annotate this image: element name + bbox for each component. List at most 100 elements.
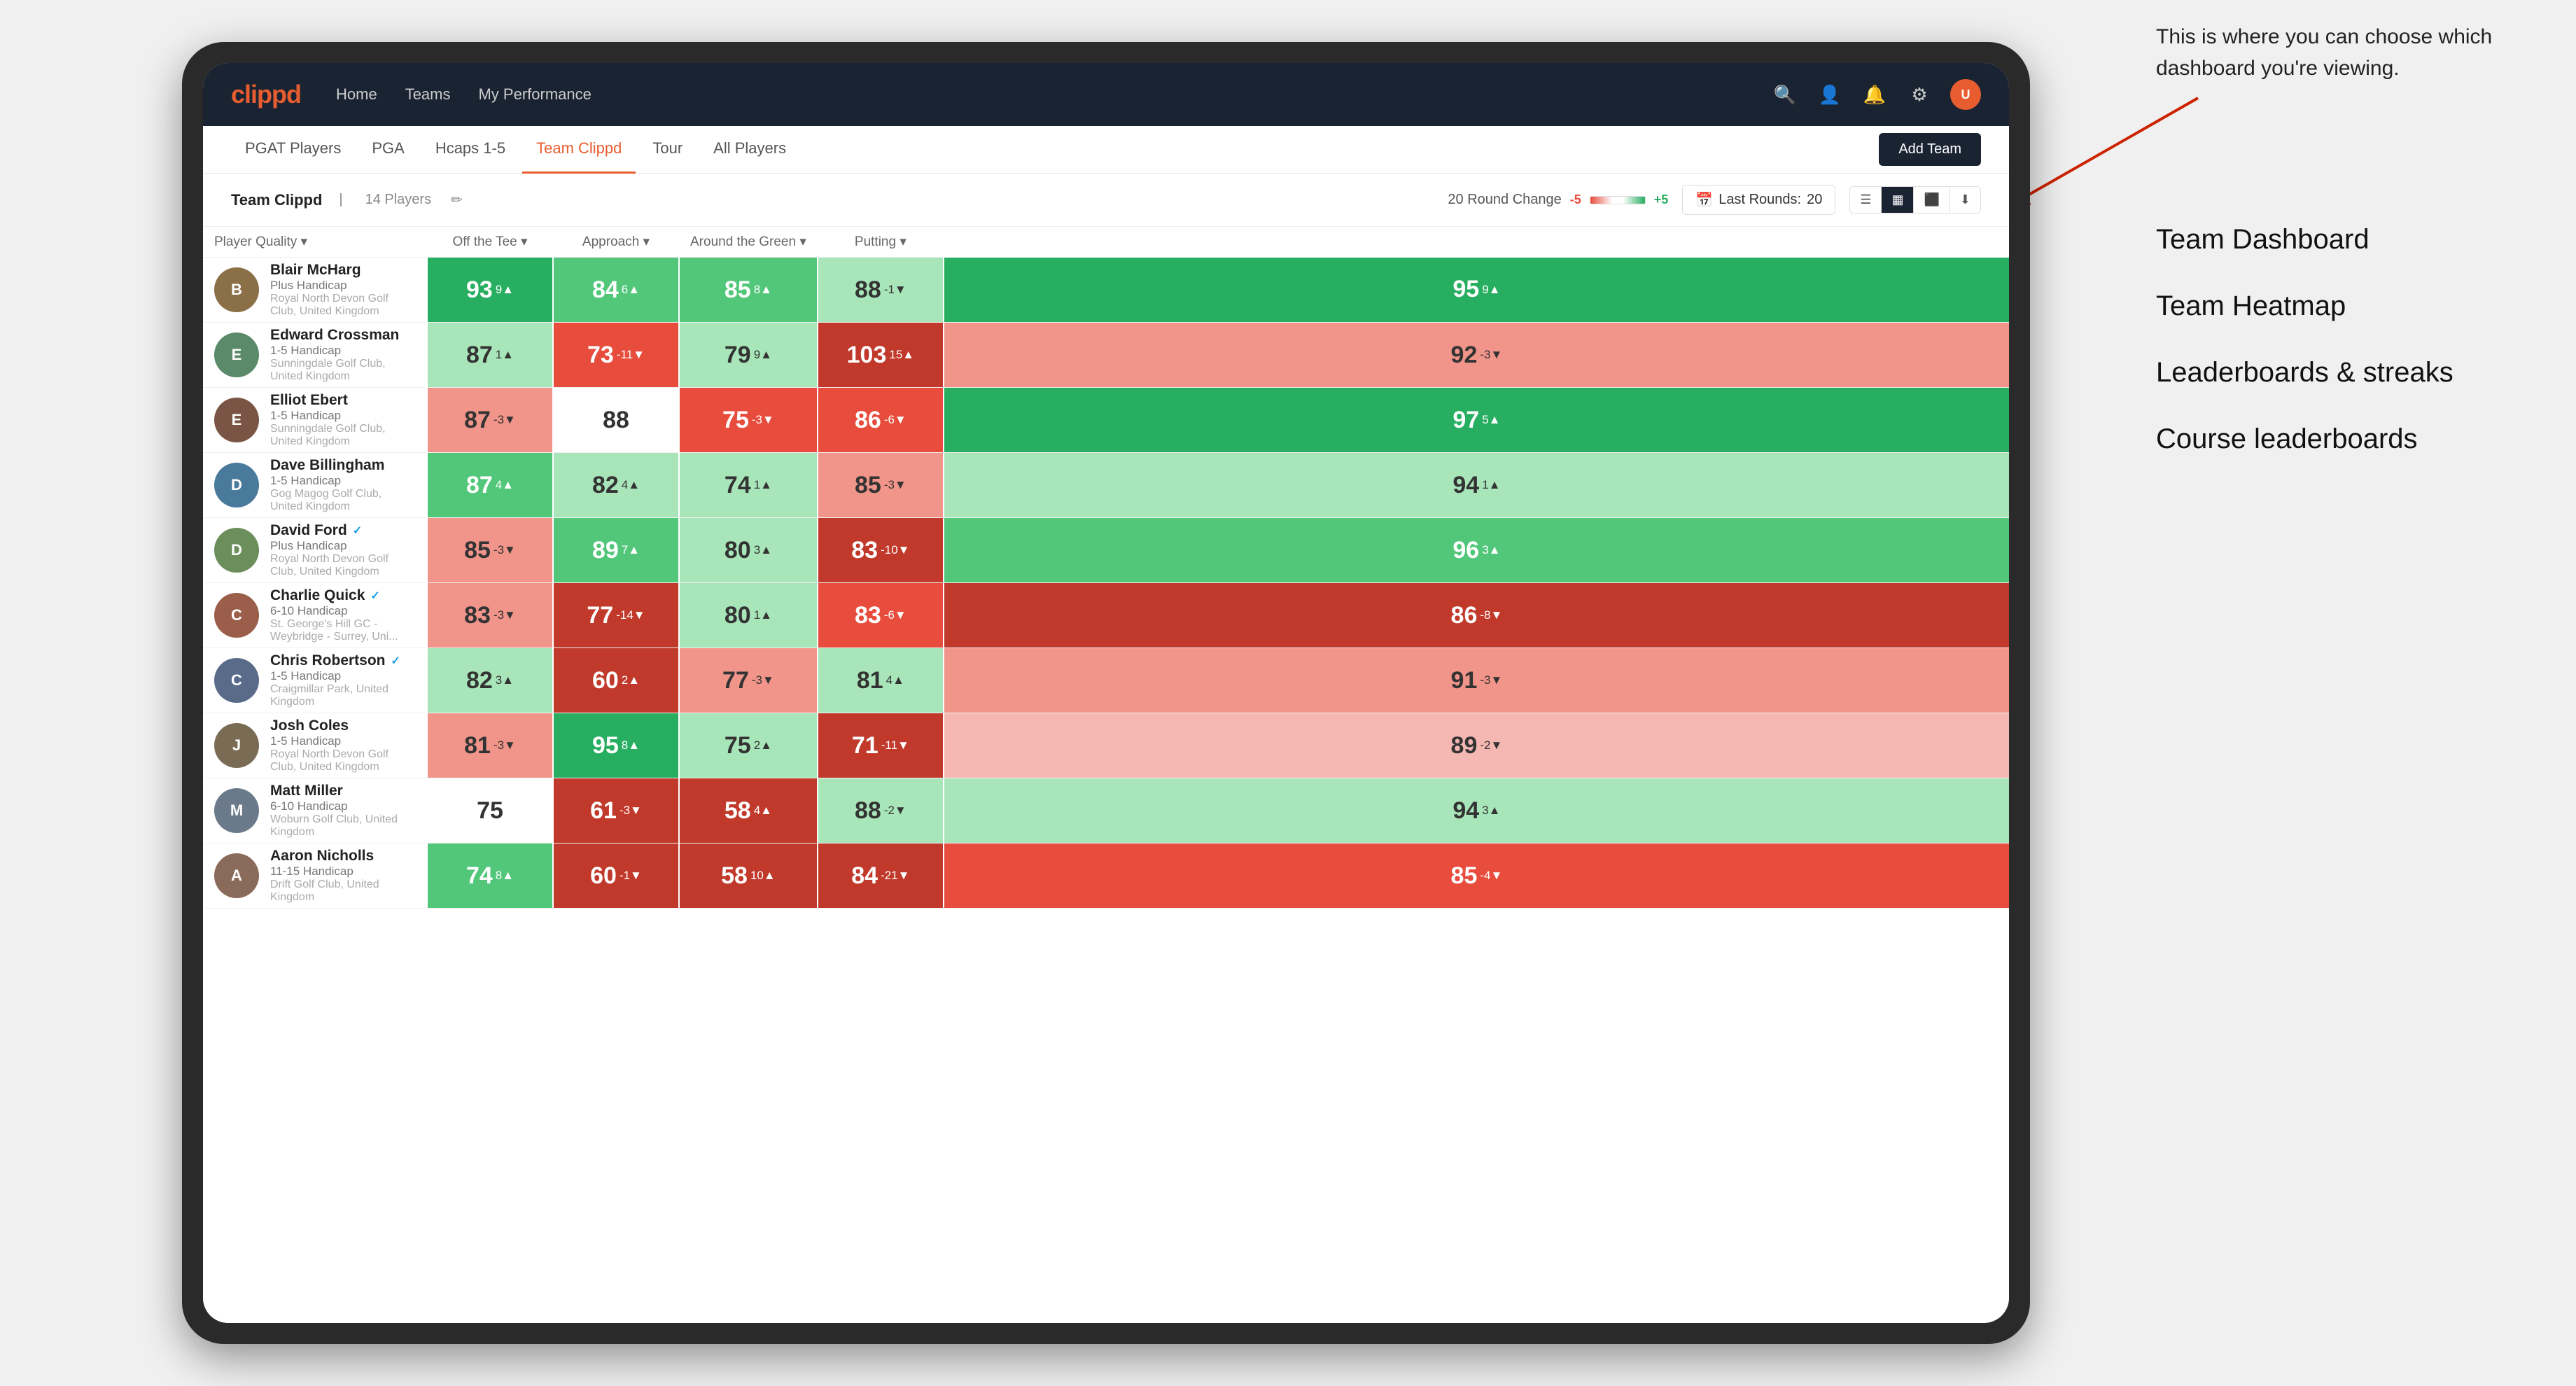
col-off-tee-header[interactable]: Off the Tee ▾ xyxy=(427,227,553,258)
score-cell-1: 88 xyxy=(553,388,679,453)
score-change: 6▲ xyxy=(622,283,640,297)
score-cell-2: 85 8▲ xyxy=(679,258,818,323)
tab-tour[interactable]: Tour xyxy=(638,126,696,174)
score-change: 4▲ xyxy=(886,673,904,687)
search-icon[interactable]: 🔍 xyxy=(1771,80,1799,108)
score-value: 84 xyxy=(592,276,619,304)
score-change: 3▲ xyxy=(1482,543,1500,557)
scale-pos: +5 xyxy=(1654,192,1669,207)
player-info: Chris Robertson ✓ 1-5 Handicap Craigmill… xyxy=(270,652,415,708)
player-club: Royal North Devon Golf Club, United King… xyxy=(270,553,415,578)
option-leaderboards[interactable]: Leaderboards & streaks xyxy=(2156,357,2548,388)
player-cell[interactable]: J Josh Coles 1-5 Handicap Royal North De… xyxy=(203,713,427,778)
score-change: 4▲ xyxy=(622,478,640,492)
score-change: 7▲ xyxy=(622,543,640,557)
player-handicap: 1-5 Handicap xyxy=(270,474,415,488)
col-putting-header[interactable]: Putting ▾ xyxy=(818,227,944,258)
score-change: -6▼ xyxy=(884,413,906,427)
player-cell[interactable]: B Blair McHarg Plus Handicap Royal North… xyxy=(203,258,427,323)
view-heat-btn[interactable]: ⬛ xyxy=(1914,187,1949,213)
avatar[interactable]: U xyxy=(1950,79,1981,110)
score-cell-0: 93 9▲ xyxy=(427,258,553,323)
score-value: 74 xyxy=(724,472,751,499)
player-club: St. George's Hill GC - Weybridge - Surre… xyxy=(270,618,415,643)
last-rounds-button[interactable]: 📅 Last Rounds: 20 xyxy=(1682,185,1835,215)
score-cell-3: 88 -2▼ xyxy=(818,778,944,844)
score-value: 93 xyxy=(466,276,493,304)
player-handicap: 6-10 Handicap xyxy=(270,799,415,813)
score-value: 77 xyxy=(722,667,749,694)
player-cell[interactable]: E Edward Crossman 1-5 Handicap Sunningda… xyxy=(203,323,427,388)
score-change: 1▲ xyxy=(754,608,772,622)
option-team-heatmap[interactable]: Team Heatmap xyxy=(2156,290,2548,322)
nav-home[interactable]: Home xyxy=(336,85,377,104)
col-around-green-header[interactable]: Around the Green ▾ xyxy=(679,227,818,258)
player-club: Royal North Devon Golf Club, United King… xyxy=(270,748,415,774)
player-handicap: Plus Handicap xyxy=(270,279,415,293)
score-change: 8▲ xyxy=(496,869,514,883)
view-list-btn[interactable]: ☰ xyxy=(1850,187,1882,213)
player-cell[interactable]: D David Ford ✓ Plus Handicap Royal North… xyxy=(203,518,427,583)
score-value: 88 xyxy=(855,797,881,825)
player-count: 14 Players xyxy=(365,192,432,208)
table-row: D Dave Billingham 1-5 Handicap Gog Magog… xyxy=(203,453,2009,518)
annotation-area: This is where you can choose which dashb… xyxy=(2156,21,2548,490)
player-cell[interactable]: A Aaron Nicholls 11-15 Handicap Drift Go… xyxy=(203,844,427,909)
score-value: 85 xyxy=(1451,862,1478,890)
score-value: 97 xyxy=(1452,407,1479,434)
option-team-dashboard[interactable]: Team Dashboard xyxy=(2156,224,2548,255)
score-cell-2: 80 3▲ xyxy=(679,518,818,583)
score-value: 60 xyxy=(592,667,619,694)
table-row: E Edward Crossman 1-5 Handicap Sunningda… xyxy=(203,323,2009,388)
person-icon[interactable]: 👤 xyxy=(1816,80,1844,108)
option-course-leaderboards[interactable]: Course leaderboards xyxy=(2156,424,2548,455)
score-cell-0: 82 3▲ xyxy=(427,648,553,713)
score-change: 1▲ xyxy=(496,348,514,362)
score-cell-4: 92 -3▼ xyxy=(944,323,2009,388)
annotation-text: This is where you can choose which dashb… xyxy=(2156,21,2548,84)
score-cell-2: 79 9▲ xyxy=(679,323,818,388)
bell-icon[interactable]: 🔔 xyxy=(1861,80,1889,108)
tab-pgat-players[interactable]: PGAT Players xyxy=(231,126,355,174)
score-change: 3▲ xyxy=(754,543,772,557)
col-approach-header[interactable]: Approach ▾ xyxy=(553,227,679,258)
score-cell-1: 73 -11▼ xyxy=(553,323,679,388)
tab-pga[interactable]: PGA xyxy=(358,126,418,174)
score-change: 9▲ xyxy=(1482,283,1500,297)
player-name: Elliot Ebert xyxy=(270,392,415,409)
score-change: -8▼ xyxy=(1480,608,1502,622)
score-value: 83 xyxy=(855,602,881,629)
score-value: 58 xyxy=(721,862,748,890)
player-cell[interactable]: D Dave Billingham 1-5 Handicap Gog Magog… xyxy=(203,453,427,518)
nav-my-performance[interactable]: My Performance xyxy=(478,85,591,104)
score-value: 87 xyxy=(464,407,491,434)
tab-all-players[interactable]: All Players xyxy=(699,126,800,174)
tab-hcaps[interactable]: Hcaps 1-5 xyxy=(421,126,519,174)
logo: clippd xyxy=(231,80,301,109)
score-change: -1▼ xyxy=(884,283,906,297)
score-cell-2: 58 10▲ xyxy=(679,844,818,909)
score-cell-0: 83 -3▼ xyxy=(427,583,553,648)
toolbar: Team Clippd | 14 Players ✏ 20 Round Chan… xyxy=(203,174,2009,227)
player-name: Edward Crossman xyxy=(270,327,415,344)
player-cell[interactable]: E Elliot Ebert 1-5 Handicap Sunningdale … xyxy=(203,388,427,453)
player-cell[interactable]: C Chris Robertson ✓ 1-5 Handicap Craigmi… xyxy=(203,648,427,713)
player-avatar: C xyxy=(214,658,259,703)
nav-teams[interactable]: Teams xyxy=(405,85,451,104)
score-change: 3▲ xyxy=(496,673,514,687)
score-value: 61 xyxy=(590,797,617,825)
player-cell[interactable]: C Charlie Quick ✓ 6-10 Handicap St. Geor… xyxy=(203,583,427,648)
view-grid-btn[interactable]: ▦ xyxy=(1882,187,1914,213)
player-cell[interactable]: M Matt Miller 6-10 Handicap Woburn Golf … xyxy=(203,778,427,844)
score-cell-1: 82 4▲ xyxy=(553,453,679,518)
player-name: Josh Coles xyxy=(270,718,415,734)
score-value: 58 xyxy=(724,797,751,825)
player-name: Dave Billingham xyxy=(270,457,415,474)
edit-icon[interactable]: ✏ xyxy=(451,191,463,209)
settings-icon[interactable]: ⚙ xyxy=(1905,80,1933,108)
view-export-btn[interactable]: ⬇ xyxy=(1950,187,1980,213)
score-cell-1: 95 8▲ xyxy=(553,713,679,778)
tab-team-clippd[interactable]: Team Clippd xyxy=(522,126,636,174)
add-team-button[interactable]: Add Team xyxy=(1879,133,1981,166)
score-change: 2▲ xyxy=(622,673,640,687)
